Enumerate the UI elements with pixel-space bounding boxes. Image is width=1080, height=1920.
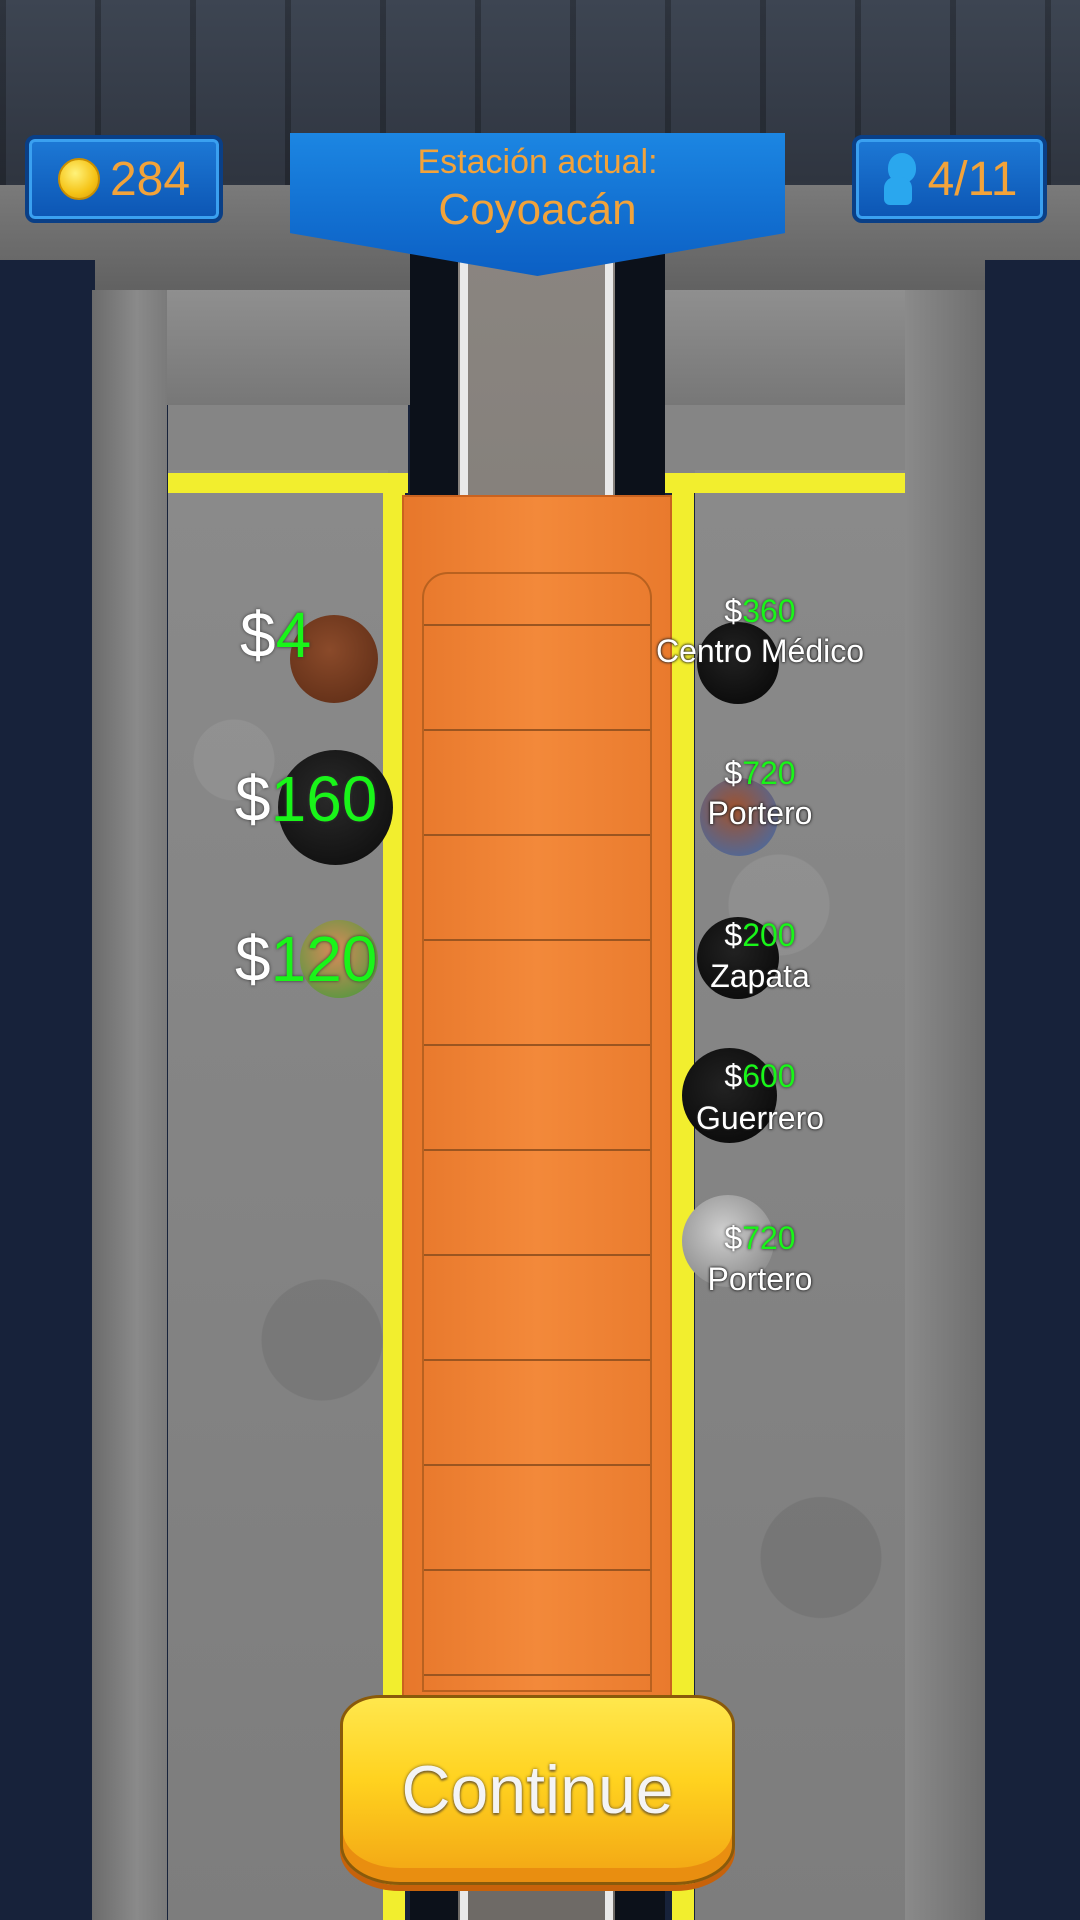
waiting-fare-3: $120 [235,923,378,995]
coins-value: 284 [109,152,191,206]
tunnel-wall-left [92,290,167,1920]
coin-icon [57,158,100,200]
onboard-fare-5: $720 [724,1220,796,1256]
passengers-value: 4/11 [927,152,1018,206]
coins-counter: 284 [25,135,223,223]
onboard-destination-2: Portero [707,795,813,831]
train [402,495,672,1700]
left-void [0,260,95,1920]
station-label: Estación actual: [417,143,658,181]
onboard-fare-1: $360 [724,593,796,629]
continue-button[interactable]: Continue [340,1695,735,1885]
onboard-fare-2: $720 [724,755,796,791]
waiting-fare-2: $160 [235,763,378,835]
onboard-destination-5: Portero [707,1261,813,1297]
waiting-fare-1: $4 [240,599,312,671]
platform-left-top [168,405,408,475]
safety-line-left-top [168,473,408,493]
onboard-fare-4: $600 [724,1058,796,1094]
onboard-destination-1: Centro Médico [655,633,865,669]
platform-right-top [665,405,905,475]
onboard-fare-3: $200 [724,917,796,953]
station-name: Coyoacán [438,185,637,234]
onboard-destination-4: Guerrero [695,1100,825,1136]
onboard-destination-3: Zapata [710,958,810,994]
passenger-icon [882,153,918,205]
safety-line-right-top [665,473,905,493]
right-void [985,260,1080,1920]
passengers-counter: 4/11 [852,135,1047,223]
